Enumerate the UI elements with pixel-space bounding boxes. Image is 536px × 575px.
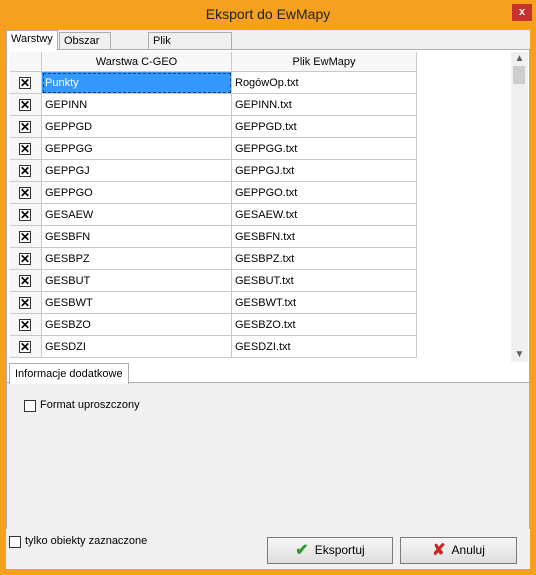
file-name-cell[interactable]: GEPPGD.txt: [232, 116, 417, 138]
checked-mark-icon: ✕: [20, 98, 31, 112]
row-checkbox-cell: ✕: [10, 314, 42, 336]
header-checkbox-column: [10, 52, 42, 72]
row-checkbox[interactable]: ✕: [19, 208, 31, 222]
cancel-button-label: Anuluj: [451, 543, 485, 557]
layer-name-cell[interactable]: GESBPZ: [42, 248, 232, 270]
header-file[interactable]: Plik EwMapy: [232, 52, 417, 72]
title-bar[interactable]: Eksport do EwMapy x: [0, 0, 536, 30]
layer-name-cell[interactable]: GESAEW: [42, 204, 232, 226]
row-checkbox[interactable]: ✕: [19, 252, 31, 266]
layers-grid[interactable]: Warstwa C-GEO Plik EwMapy ✕ Punkty RogówOp…: [10, 52, 514, 362]
tab-warstwy[interactable]: Warstwy: [6, 30, 58, 50]
only-selected-label: tylko obiekty zaznaczone: [25, 535, 148, 547]
tab-informacje-dodatkowe[interactable]: Informacje dodatkowe: [9, 363, 129, 384]
row-checkbox[interactable]: ✕: [19, 296, 31, 310]
layer-name-cell[interactable]: GEPPGO: [42, 182, 232, 204]
row-checkbox-cell: ✕: [10, 292, 42, 314]
file-name-cell[interactable]: GESBPZ.txt: [232, 248, 417, 270]
layer-name-cell[interactable]: GEPPGG: [42, 138, 232, 160]
file-name-cell[interactable]: GESBZO.txt: [232, 314, 417, 336]
checked-mark-icon: ✕: [20, 230, 31, 244]
checked-mark-icon: ✕: [20, 208, 31, 222]
checked-mark-icon: ✕: [20, 340, 31, 354]
row-checkbox-cell: ✕: [10, 94, 42, 116]
tab-obszar-eksportu[interactable]: Obszar eksportu: [59, 32, 112, 64]
only-selected-checkbox[interactable]: [9, 536, 21, 548]
row-checkbox[interactable]: ✕: [19, 230, 31, 244]
row-checkbox-cell: ✕: [10, 182, 42, 204]
check-icon: ✔: [295, 542, 309, 559]
close-button[interactable]: x: [512, 4, 532, 21]
window-title: Eksport do EwMapy: [205, 6, 331, 22]
file-name-cell[interactable]: GESBWT.txt: [232, 292, 417, 314]
layer-name-cell[interactable]: Punkty: [42, 72, 232, 94]
file-name-cell[interactable]: RogówOp.txt: [232, 72, 417, 94]
row-checkbox-cell: ✕: [10, 138, 42, 160]
file-name-cell[interactable]: GEPPGJ.txt: [232, 160, 417, 182]
layer-name-cell[interactable]: GESBWT: [42, 292, 232, 314]
row-checkbox-cell: ✕: [10, 160, 42, 182]
layer-name-cell[interactable]: GESDZI: [42, 336, 232, 358]
file-name-cell[interactable]: GEPPGO.txt: [232, 182, 417, 204]
row-checkbox[interactable]: ✕: [19, 76, 31, 90]
layer-name-cell[interactable]: GEPPGJ: [42, 160, 232, 182]
file-name-cell[interactable]: GESDZI.txt: [232, 336, 417, 358]
checked-mark-icon: ✕: [20, 120, 31, 134]
layer-name-cell[interactable]: GESBZO: [42, 314, 232, 336]
row-checkbox-cell: ✕: [10, 72, 42, 94]
row-checkbox[interactable]: ✕: [19, 318, 31, 332]
checked-mark-icon: ✕: [20, 164, 31, 178]
layer-name-cell[interactable]: GESBUT: [42, 270, 232, 292]
row-checkbox[interactable]: ✕: [19, 98, 31, 112]
header-layer[interactable]: Warstwa C-GEO: [42, 52, 232, 72]
info-panel: Format uproszczony: [7, 382, 529, 529]
layer-name-cell[interactable]: GEPPGD: [42, 116, 232, 138]
row-checkbox-cell: ✕: [10, 270, 42, 292]
format-checkbox[interactable]: [24, 400, 36, 412]
checked-mark-icon: ✕: [20, 142, 31, 156]
scroll-down-arrow-icon[interactable]: ▼: [511, 348, 528, 362]
export-button[interactable]: ✔ Eksportuj: [267, 537, 393, 564]
scroll-thumb[interactable]: [513, 66, 525, 84]
scroll-up-arrow-icon[interactable]: ▲: [511, 52, 528, 66]
tab-plik-przekodowania[interactable]: Plik przekodowania: [148, 32, 232, 64]
export-button-label: Eksportuj: [314, 543, 365, 557]
tab-panel-warstwy: Warstwa C-GEO Plik EwMapy ✕ Punkty RogówOp…: [6, 49, 530, 529]
checked-mark-icon: ✕: [20, 186, 31, 200]
cancel-button[interactable]: ✘ Anuluj: [400, 537, 517, 564]
row-checkbox-cell: ✕: [10, 226, 42, 248]
cross-icon: ✘: [432, 542, 446, 559]
grid-scrollbar[interactable]: ▲ ▼: [511, 52, 528, 362]
file-name-cell[interactable]: GESBUT.txt: [232, 270, 417, 292]
row-checkbox-cell: ✕: [10, 248, 42, 270]
row-checkbox-cell: ✕: [10, 116, 42, 138]
row-checkbox[interactable]: ✕: [19, 340, 31, 354]
checked-mark-icon: ✕: [20, 76, 31, 90]
file-name-cell[interactable]: GEPINN.txt: [232, 94, 417, 116]
checked-mark-icon: ✕: [20, 296, 31, 310]
export-dialog: Eksport do EwMapy x Warstwy Obszar ekspo…: [0, 0, 536, 575]
dialog-body: Warstwy Obszar eksportu Plik przekodowan…: [6, 30, 530, 569]
checked-mark-icon: ✕: [20, 318, 31, 332]
file-name-cell[interactable]: GESBFN.txt: [232, 226, 417, 248]
row-checkbox[interactable]: ✕: [19, 164, 31, 178]
checked-mark-icon: ✕: [20, 252, 31, 266]
row-checkbox-cell: ✕: [10, 204, 42, 226]
layer-name-cell[interactable]: GESBFN: [42, 226, 232, 248]
checked-mark-icon: ✕: [20, 274, 31, 288]
row-checkbox[interactable]: ✕: [19, 142, 31, 156]
format-label: Format uproszczony: [40, 399, 140, 411]
row-checkbox-cell: ✕: [10, 336, 42, 358]
layer-name-cell[interactable]: GEPINN: [42, 94, 232, 116]
row-checkbox[interactable]: ✕: [19, 186, 31, 200]
file-name-cell[interactable]: GESAEW.txt: [232, 204, 417, 226]
row-checkbox[interactable]: ✕: [19, 120, 31, 134]
row-checkbox[interactable]: ✕: [19, 274, 31, 288]
file-name-cell[interactable]: GEPPGG.txt: [232, 138, 417, 160]
